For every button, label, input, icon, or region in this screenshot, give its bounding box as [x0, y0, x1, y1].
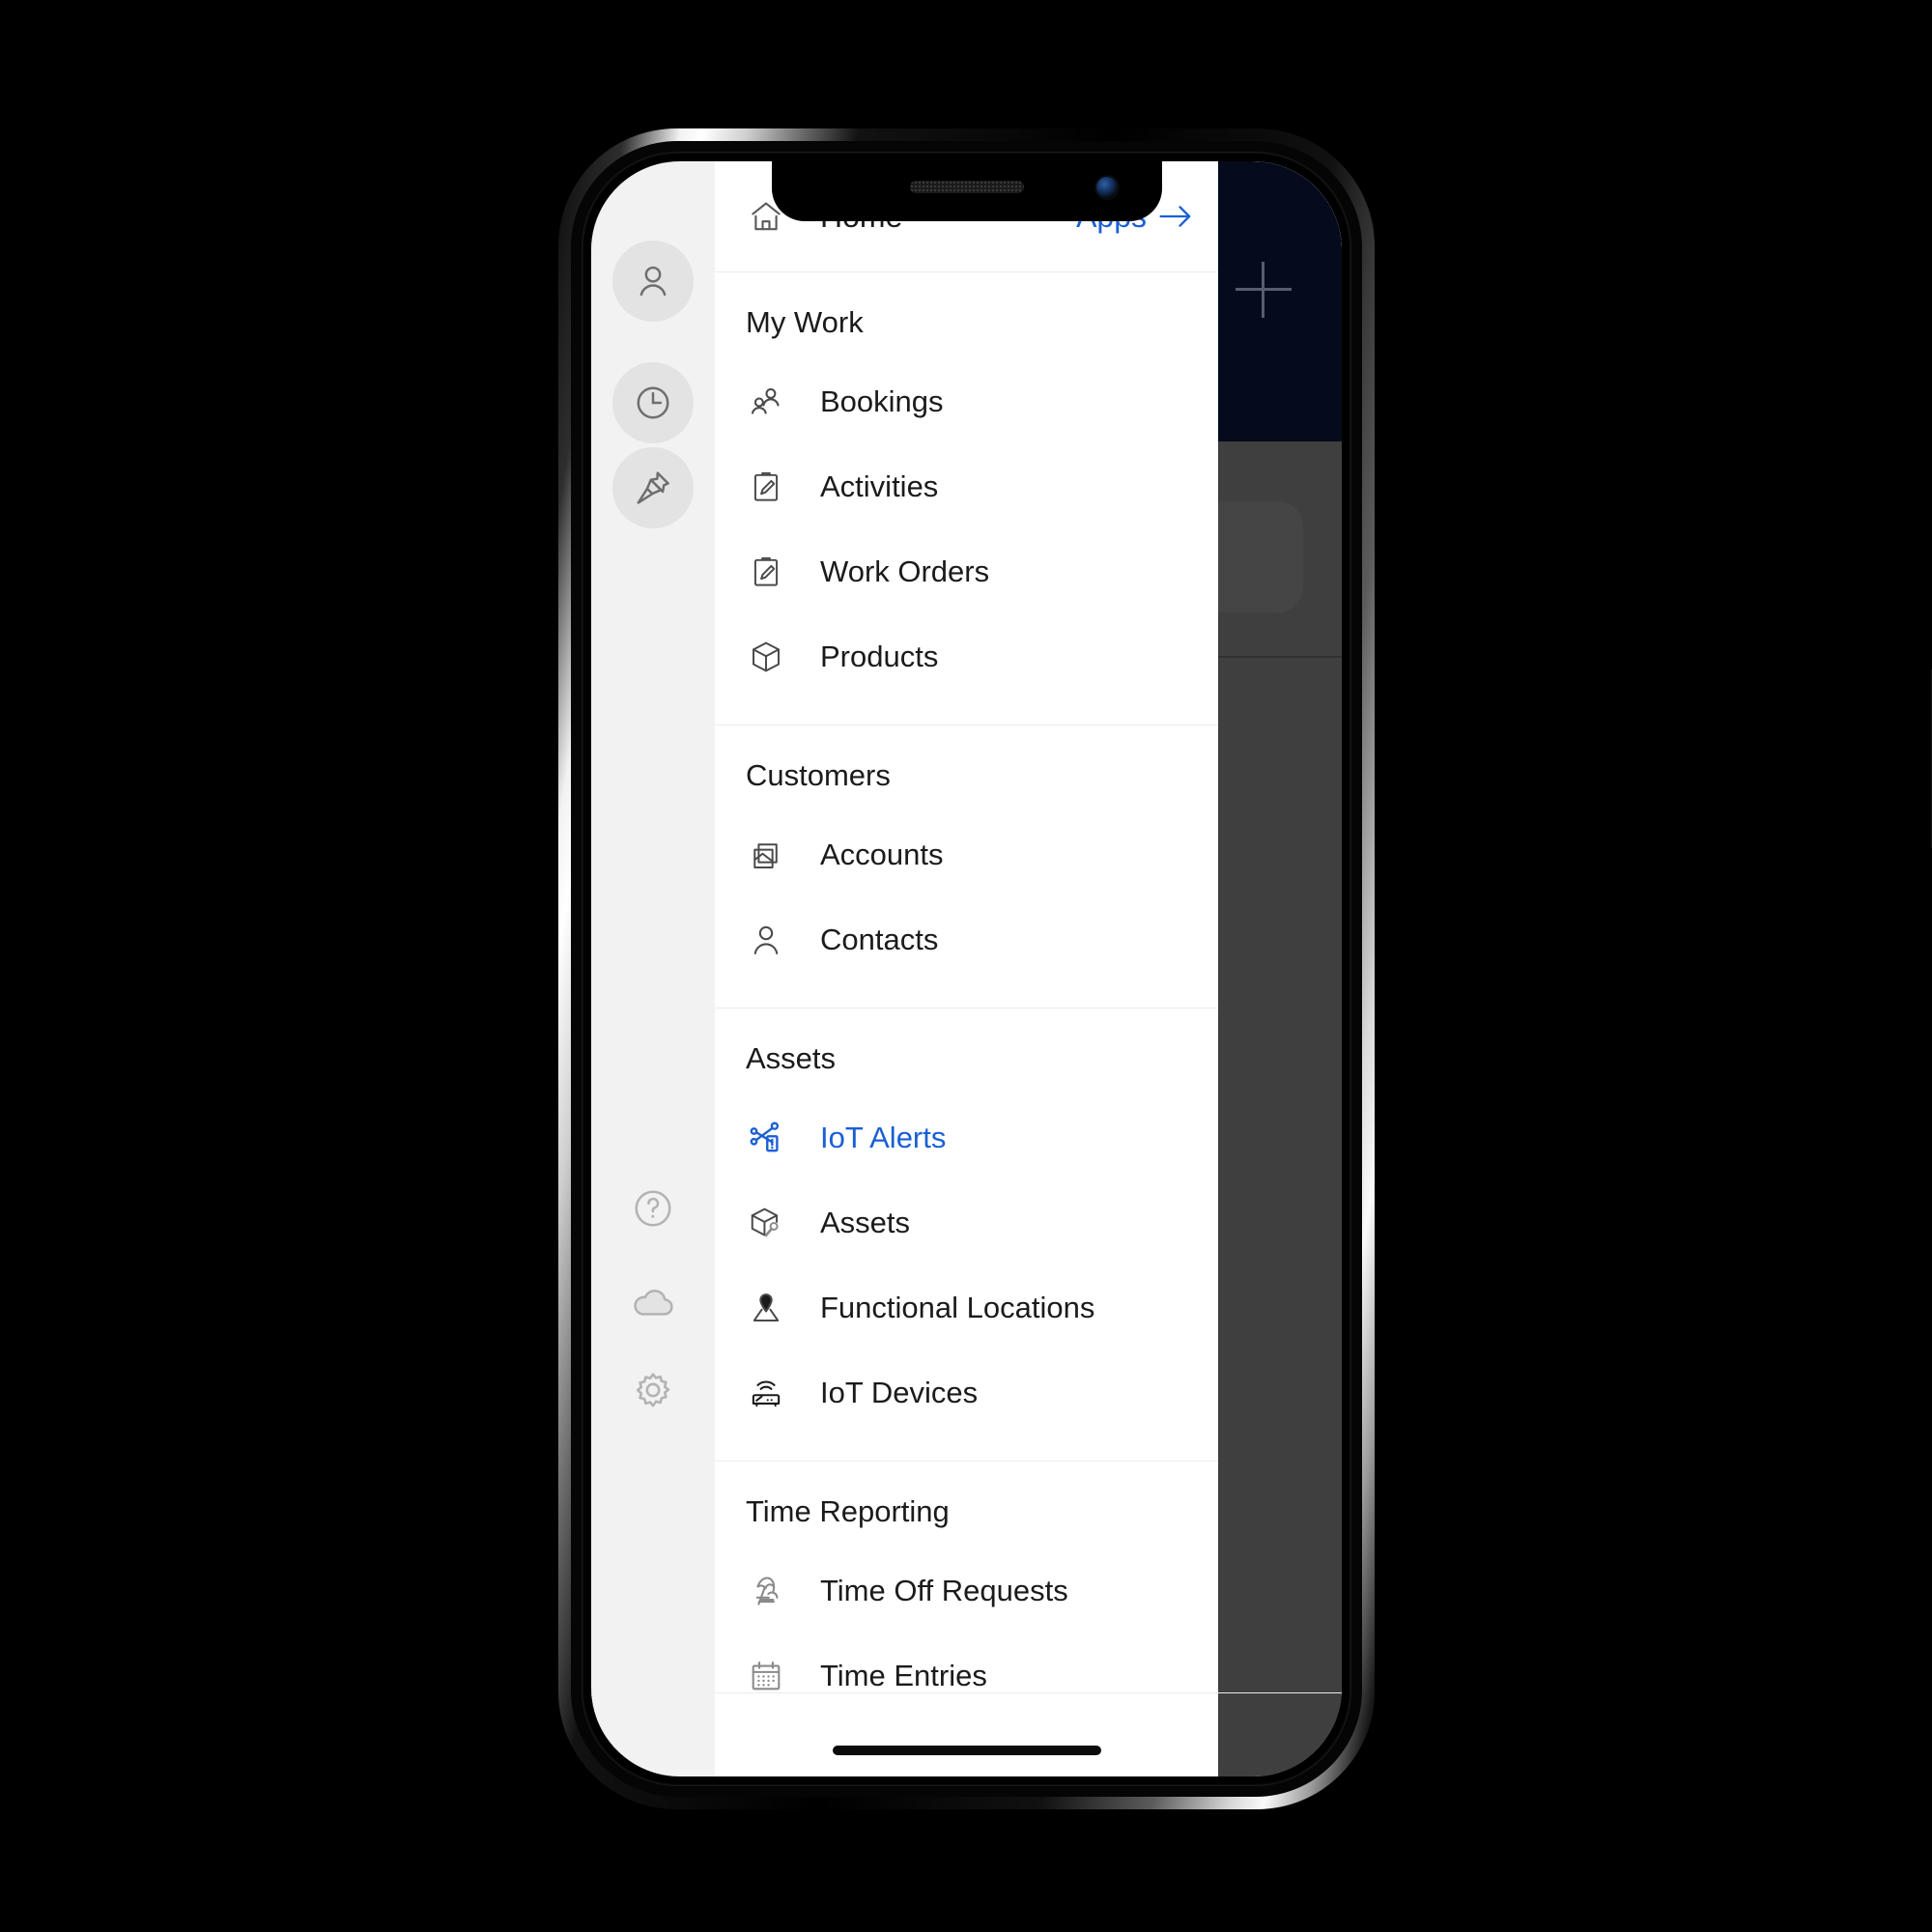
sidebar-item-recent[interactable]	[612, 362, 694, 443]
nav-label: Bookings	[820, 384, 944, 418]
home-indicator[interactable]	[832, 1746, 1101, 1755]
nav-label: Accounts	[820, 838, 944, 871]
user-avatar-icon	[632, 260, 674, 302]
nav-label: Functional Locations	[820, 1291, 1095, 1324]
sidebar-item-settings[interactable]	[612, 1351, 694, 1433]
nav-item-work-orders[interactable]: Work Orders	[715, 529, 1218, 614]
speaker-grille	[909, 181, 1024, 193]
box-icon	[744, 639, 788, 675]
people-icon	[744, 384, 788, 420]
nav-label: Time Off Requests	[820, 1574, 1068, 1607]
bottom-divider	[715, 1692, 1342, 1693]
section-title-assets: Assets	[746, 1041, 837, 1075]
clipboard-pencil-icon	[744, 554, 788, 590]
nav-item-functional-locations[interactable]: Functional Locations	[715, 1265, 1218, 1350]
person-icon	[744, 922, 788, 958]
nav-item-bookings[interactable]: Bookings	[715, 359, 1218, 444]
nav-item-time-off-requests[interactable]: Time Off Requests	[715, 1548, 1218, 1634]
question-circle-icon	[631, 1186, 675, 1231]
nav-label: Activities	[820, 469, 939, 503]
nav-label: IoT Devices	[820, 1376, 979, 1409]
sidebar-item-help[interactable]	[612, 1168, 694, 1249]
arrow-right-icon	[1158, 202, 1193, 231]
account-card-icon	[744, 837, 788, 873]
cloud-icon	[629, 1277, 677, 1325]
iot-device-icon	[744, 1375, 788, 1411]
nav-label: Assets	[820, 1206, 911, 1239]
plus-icon[interactable]	[1236, 262, 1292, 318]
clipboard-pencil-icon	[744, 469, 788, 505]
nav-item-iot-devices[interactable]: IoT Devices	[715, 1350, 1218, 1435]
nav-label: Products	[820, 639, 939, 673]
clock-icon	[632, 382, 674, 424]
phone-bezel: ⋯ More	[582, 152, 1351, 1786]
iot-alert-icon	[744, 1120, 788, 1156]
sidebar-item-pinned[interactable]	[612, 447, 694, 528]
calendar-icon	[744, 1658, 788, 1694]
navigation-flyout-panel: Home Apps	[715, 161, 1218, 1776]
pin-icon	[632, 467, 674, 509]
nav-item-iot-alerts[interactable]: IoT Alerts	[715, 1095, 1218, 1180]
nav-label: IoT Alerts	[820, 1121, 947, 1154]
nav-item-time-entries[interactable]: Time Entries	[715, 1634, 1218, 1719]
nav-item-assets[interactable]: Assets	[715, 1180, 1218, 1265]
sidebar-item-cloud[interactable]	[612, 1261, 694, 1342]
nav-item-accounts[interactable]: Accounts	[715, 812, 1218, 897]
device-notch	[771, 161, 1162, 221]
map-pin-icon	[744, 1290, 788, 1326]
box-wrench-icon	[744, 1205, 788, 1241]
phone-device-frame: ⋯ More	[558, 128, 1932, 1809]
nav-item-products[interactable]: Products	[715, 614, 1218, 699]
beach-umbrella-icon	[744, 1573, 788, 1609]
phone-screen: ⋯ More	[591, 161, 1342, 1776]
nav-label: Time Entries	[820, 1659, 987, 1692]
gear-icon	[630, 1369, 676, 1415]
section-title-time-reporting: Time Reporting	[746, 1494, 950, 1528]
screenshot-canvas: ⋯ More	[0, 0, 1932, 1932]
user-avatar[interactable]	[612, 241, 694, 322]
section-title-my-work: My Work	[746, 305, 864, 339]
front-camera	[1095, 177, 1118, 198]
left-rail	[591, 161, 715, 1776]
nav-item-contacts[interactable]: Contacts	[715, 897, 1218, 982]
nav-label: Contacts	[820, 923, 939, 956]
nav-label: Work Orders	[820, 554, 990, 588]
section-title-customers: Customers	[746, 758, 891, 792]
phone-inner-frame: ⋯ More	[571, 141, 1362, 1797]
nav-item-activities[interactable]: Activities	[715, 444, 1218, 529]
